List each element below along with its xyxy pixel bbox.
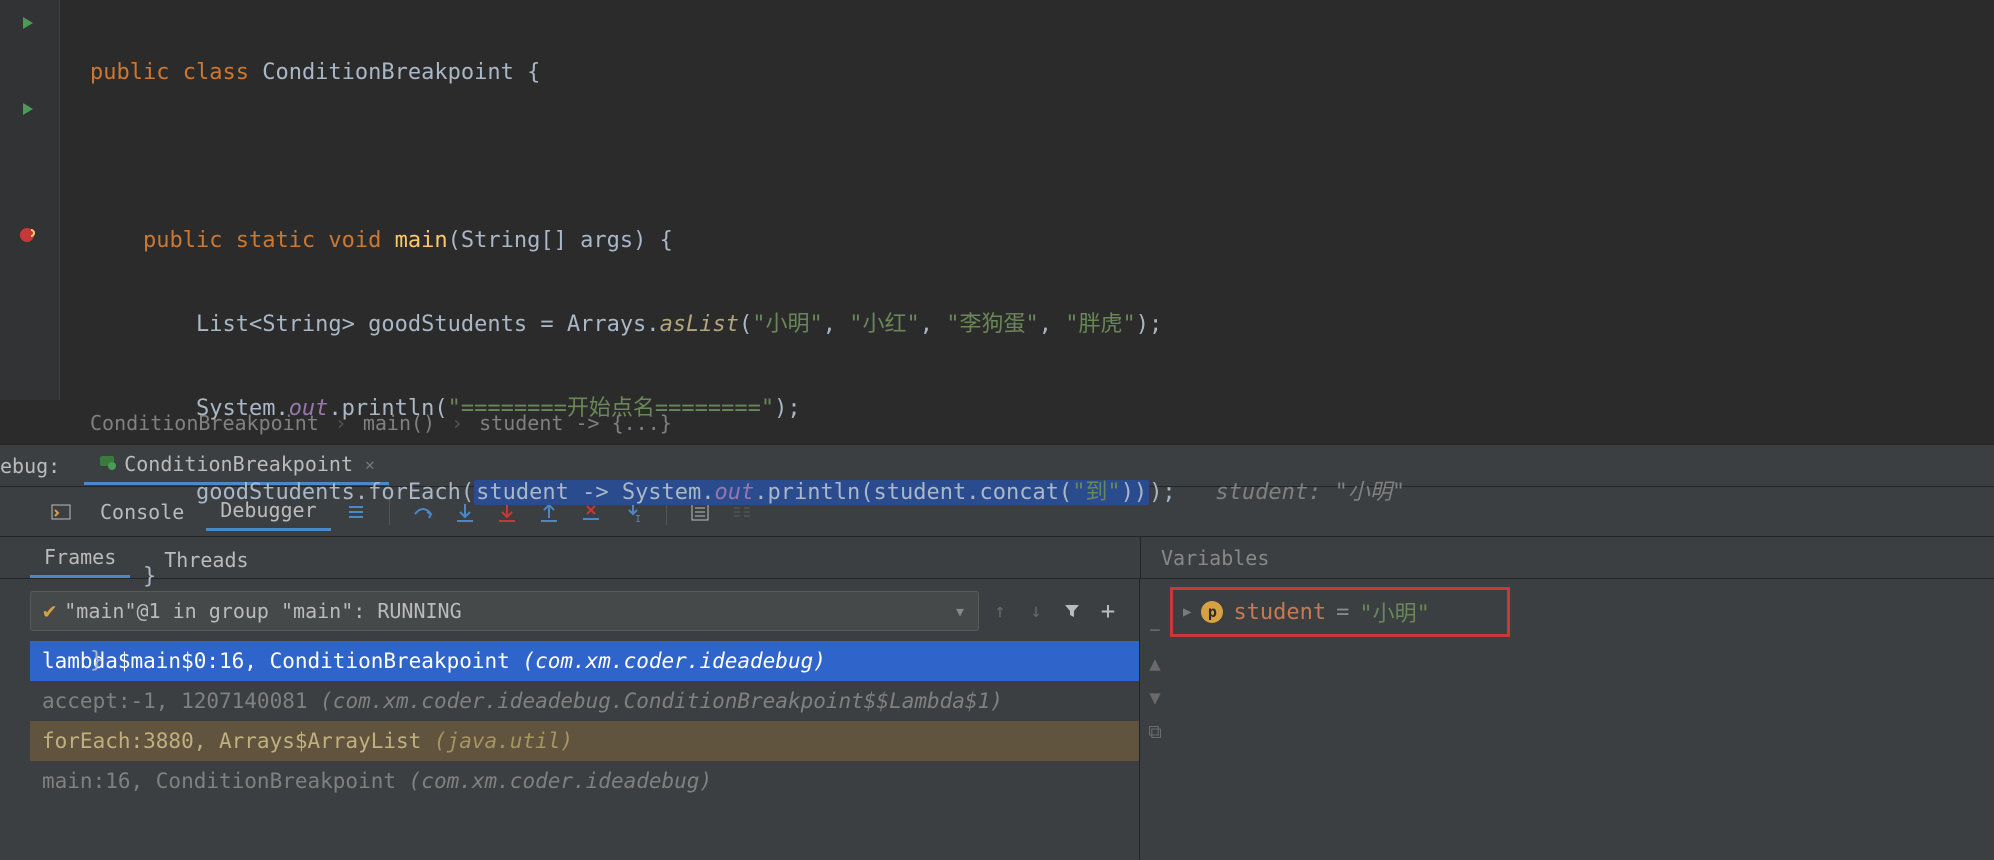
trace-current-stream-icon[interactable] (725, 495, 759, 529)
debug-title: ebug: (0, 454, 60, 478)
check-icon: ✔ (43, 599, 56, 624)
code-line: List<String> goodStudents = Arrays.asLis… (90, 304, 1994, 346)
code-area[interactable]: public class ConditionBreakpoint { publi… (60, 0, 1994, 400)
code-line (90, 136, 1994, 178)
conditional-breakpoint-icon[interactable] (18, 226, 36, 244)
code-editor[interactable]: public class ConditionBreakpoint { publi… (0, 0, 1994, 400)
code-line: public class ConditionBreakpoint { (90, 52, 1994, 94)
open-console-icon[interactable] (44, 495, 78, 529)
run-class-icon[interactable] (20, 14, 38, 32)
code-line: } (90, 640, 1994, 682)
editor-gutter (0, 0, 60, 400)
run-method-icon[interactable] (20, 100, 38, 118)
code-line: } (90, 556, 1994, 598)
code-breakpoint-line: goodStudents.forEach(student -> System.o… (90, 472, 1994, 514)
code-line: System.out.println("========开始点名========… (90, 388, 1994, 430)
code-line: public static void main(String[] args) { (90, 220, 1994, 262)
stack-frame[interactable]: main:16, ConditionBreakpoint (com.xm.cod… (30, 761, 1139, 801)
